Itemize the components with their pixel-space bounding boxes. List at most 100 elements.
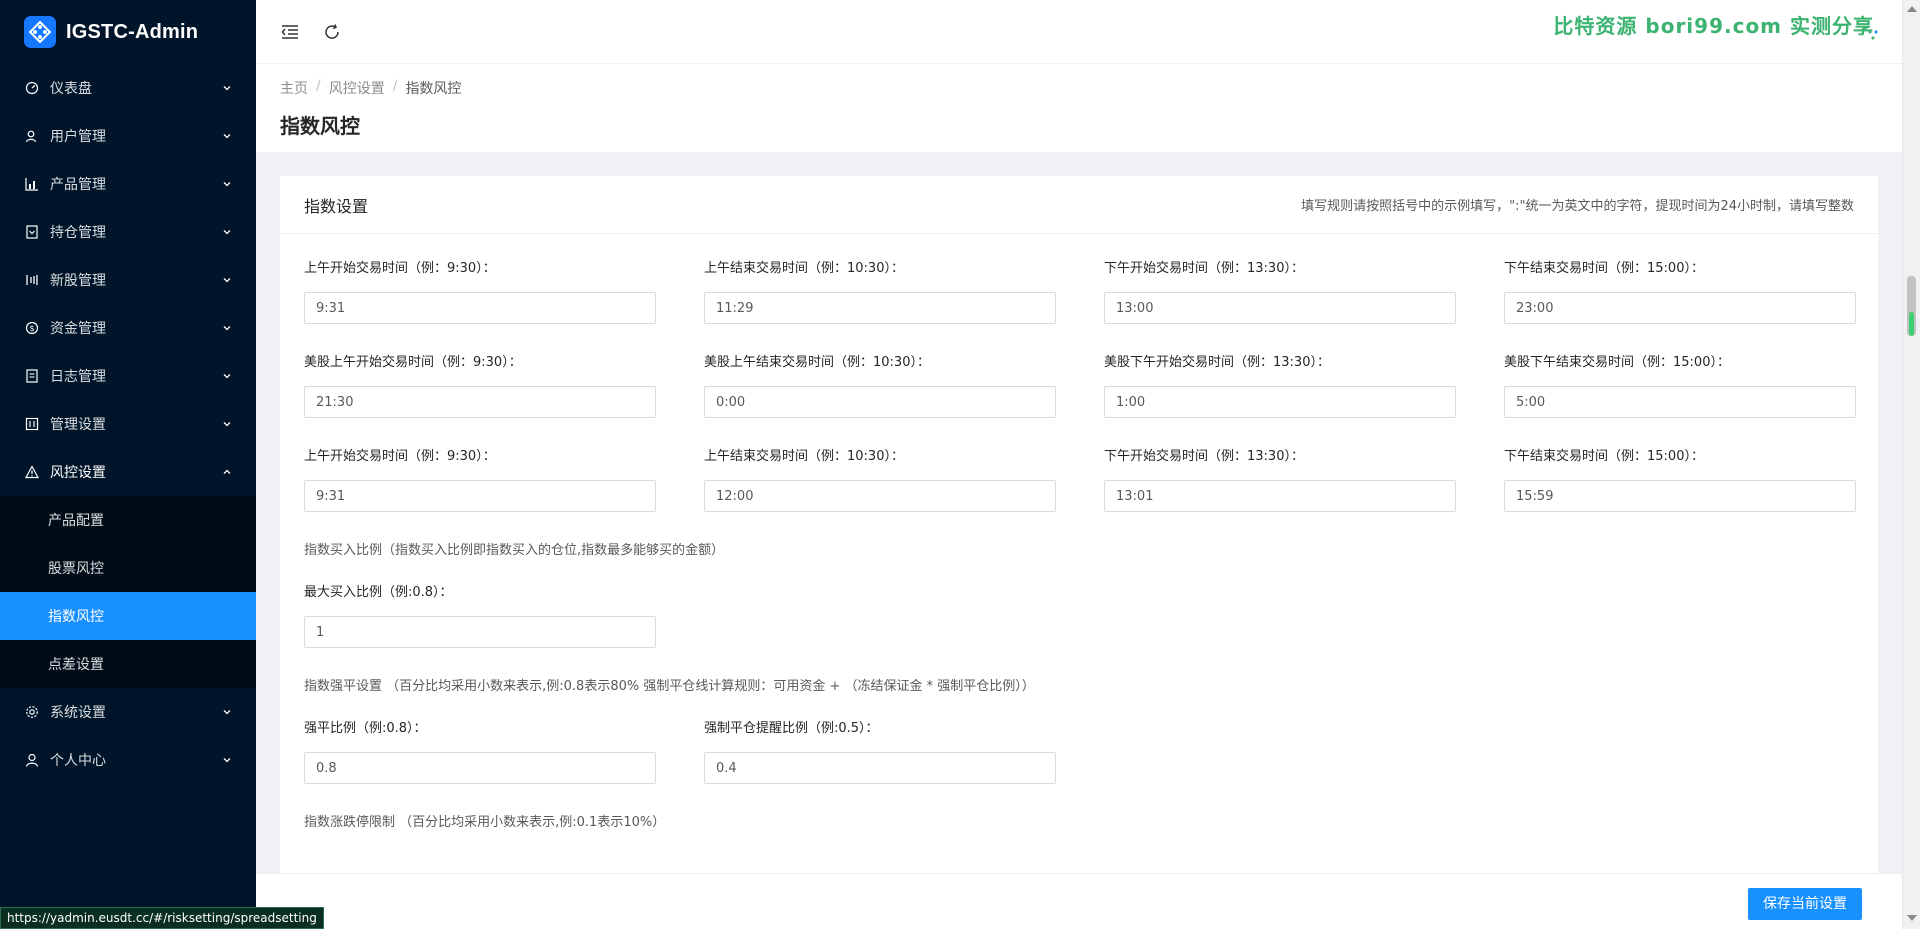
money-icon: $ [24, 320, 40, 336]
form-field: 下午结束交易时间（例：15:00）： 15:59 [1504, 446, 1856, 512]
footer-toolbar: 保存当前设置 [256, 873, 1902, 929]
field-label: 上午开始交易时间（例：9:30）： [304, 449, 496, 464]
am-start-input-2[interactable]: 9:31 [304, 480, 656, 512]
dashboard-icon [24, 80, 40, 96]
breadcrumb-separator: / [392, 78, 398, 94]
sidebar-menu: 仪表盘 用户管理 产品管理 持仓管理 新股管理 $ 资金管理 日志管理 管理设置… [0, 64, 256, 496]
breadcrumb-risk-settings[interactable]: 风控设置 [329, 78, 385, 98]
sidebar-item-profile[interactable]: 个人中心 [0, 736, 256, 784]
page-scrollbar[interactable] [1902, 0, 1920, 929]
form-field: 上午结束交易时间（例：10:30）： 11:29 [704, 258, 1056, 324]
am-end-input[interactable]: 11:29 [704, 292, 1056, 324]
field-label: 下午开始交易时间（例：13:30）： [1104, 261, 1304, 276]
app-logo[interactable]: IGSTC-Admin [0, 0, 256, 64]
submenu-item-index-risk[interactable]: 指数风控 [0, 592, 256, 640]
am-start-input[interactable]: 9:31 [304, 292, 656, 324]
form-field: 美股下午结束交易时间（例：15:00）： 5:00 [1504, 352, 1856, 418]
us-am-start-input[interactable]: 21:30 [304, 386, 656, 418]
sidebar-item-system-settings[interactable]: 系统设置 [0, 688, 256, 736]
settings-icon [24, 704, 40, 720]
field-label: 最大买入比例（例:0.8）： [304, 585, 453, 600]
submenu-item-product-config[interactable]: 产品配置 [0, 496, 256, 544]
force-close-ratio-input[interactable]: 0.8 [304, 752, 656, 784]
form-field: 上午结束交易时间（例：10:30）： 12:00 [704, 446, 1056, 512]
sidebar-item-admin-settings[interactable]: 管理设置 [0, 400, 256, 448]
pm-end-input[interactable]: 23:00 [1504, 292, 1856, 324]
sidebar-item-holdings[interactable]: 持仓管理 [0, 208, 256, 256]
sidebar-item-label: 风控设置 [50, 465, 106, 481]
card-title: 指数设置 [304, 196, 369, 216]
card-header: 指数设置 填写规则请按照括号中的示例填写，":"统一为英文中的字符，提现时间为2… [280, 176, 1878, 234]
chevron-down-icon [222, 275, 232, 285]
scroll-down-arrow-icon[interactable] [1907, 915, 1917, 921]
chevron-down-icon [222, 755, 232, 765]
form-row-buy-ratio: 最大买入比例（例:0.8）： 1 [304, 582, 1854, 648]
sidebar-item-products[interactable]: 产品管理 [0, 160, 256, 208]
scroll-up-arrow-icon[interactable] [1907, 6, 1917, 12]
card-note: 填写规则请按照括号中的示例填写，":"统一为英文中的字符，提现时间为24小时制，… [1301, 199, 1854, 214]
form-row-trading-hours-2: 上午开始交易时间（例：9:30）： 9:31 上午结束交易时间（例：10:30）：… [304, 446, 1856, 512]
admin-settings-icon [24, 416, 40, 432]
form-field: 美股上午结束交易时间（例：10:30）： 0:00 [704, 352, 1056, 418]
sidebar: IGSTC-Admin 仪表盘 用户管理 产品管理 持仓管理 新股管理 $ 资金… [0, 0, 256, 929]
pm-start-input-2[interactable]: 13:01 [1104, 480, 1456, 512]
sidebar-item-label: 仪表盘 [50, 81, 92, 97]
sidebar-item-risk-settings[interactable]: 风控设置 [0, 448, 256, 496]
save-settings-button[interactable]: 保存当前设置 [1748, 888, 1862, 920]
sidebar-item-label: 新股管理 [50, 273, 106, 289]
holdings-icon [24, 224, 40, 240]
force-close-note: 指数强平设置 （百分比均采用小数来表示,例:0.8表示80% 强制平仓线计算规则… [304, 679, 1035, 694]
reload-icon[interactable] [320, 20, 344, 44]
chevron-down-icon [222, 83, 232, 93]
ipo-icon [24, 272, 40, 288]
top-header: 比特资源 bori99.com 实测分享 [256, 0, 1902, 64]
card-body: 上午开始交易时间（例：9:30）： 9:31 上午结束交易时间（例：10:30）：… [280, 234, 1878, 832]
breadcrumb-home[interactable]: 主页 [280, 78, 308, 98]
field-label: 下午开始交易时间（例：13:30）： [1104, 449, 1304, 464]
sidebar-item-label: 产品管理 [50, 177, 106, 193]
sidebar-item-label: 个人中心 [50, 753, 106, 769]
field-label: 上午开始交易时间（例：9:30）： [304, 261, 496, 276]
submenu-item-stock-risk[interactable]: 股票风控 [0, 544, 256, 592]
page-header: 主页 / 风控设置 / 指数风控 指数风控 [256, 64, 1902, 152]
submenu-item-spread-settings[interactable]: 点差设置 [0, 640, 256, 688]
sidebar-item-ipo[interactable]: 新股管理 [0, 256, 256, 304]
form-row-force-close: 强平比例（例:0.8）： 0.8 强制平仓提醒比例（例:0.5）： 0.4 [304, 718, 1854, 784]
person-icon [24, 752, 40, 768]
form-field: 强制平仓提醒比例（例:0.5）： 0.4 [704, 718, 1056, 784]
field-label: 美股下午开始交易时间（例：13:30）： [1104, 355, 1330, 370]
us-am-end-input[interactable]: 0:00 [704, 386, 1056, 418]
sidebar-item-logs[interactable]: 日志管理 [0, 352, 256, 400]
sidebar-item-funds[interactable]: $ 资金管理 [0, 304, 256, 352]
svg-text:$: $ [29, 324, 34, 333]
sidebar-item-label: 日志管理 [50, 369, 106, 385]
form-field: 美股上午开始交易时间（例：9:30）： 21:30 [304, 352, 656, 418]
sidebar-item-users[interactable]: 用户管理 [0, 112, 256, 160]
scroll-indicator [1909, 312, 1914, 336]
sidebar-item-dashboard[interactable]: 仪表盘 [0, 64, 256, 112]
field-label: 下午结束交易时间（例：15:00）： [1504, 261, 1704, 276]
chevron-down-icon [222, 707, 232, 717]
menu-fold-icon[interactable] [278, 20, 302, 44]
field-label: 强制平仓提醒比例（例:0.5）： [704, 721, 879, 736]
sidebar-menu-lower: 系统设置 个人中心 [0, 688, 256, 784]
warning-icon [24, 464, 40, 480]
field-label: 美股上午结束交易时间（例：10:30）： [704, 355, 930, 370]
log-icon [24, 368, 40, 384]
us-pm-end-input[interactable]: 5:00 [1504, 386, 1856, 418]
pm-end-input-2[interactable]: 15:59 [1504, 480, 1856, 512]
us-pm-start-input[interactable]: 1:00 [1104, 386, 1456, 418]
form-field: 强平比例（例:0.8）： 0.8 [304, 718, 656, 784]
pm-start-input[interactable]: 13:00 [1104, 292, 1456, 324]
chevron-down-icon [222, 131, 232, 141]
max-buy-ratio-input[interactable]: 1 [304, 616, 656, 648]
force-close-alert-input[interactable]: 0.4 [704, 752, 1056, 784]
form-field: 上午开始交易时间（例：9:30）： 9:31 [304, 446, 656, 512]
field-label: 上午结束交易时间（例：10:30）： [704, 261, 904, 276]
watermark-dots-icon [1868, 30, 1878, 40]
am-end-input-2[interactable]: 12:00 [704, 480, 1056, 512]
status-bar-url: https://yadmin.eusdt.cc/#/risksetting/sp… [0, 907, 324, 929]
risk-submenu: 产品配置 股票风控 指数风控 点差设置 [0, 496, 256, 688]
user-manage-icon [24, 128, 40, 144]
chart-icon [24, 176, 40, 192]
